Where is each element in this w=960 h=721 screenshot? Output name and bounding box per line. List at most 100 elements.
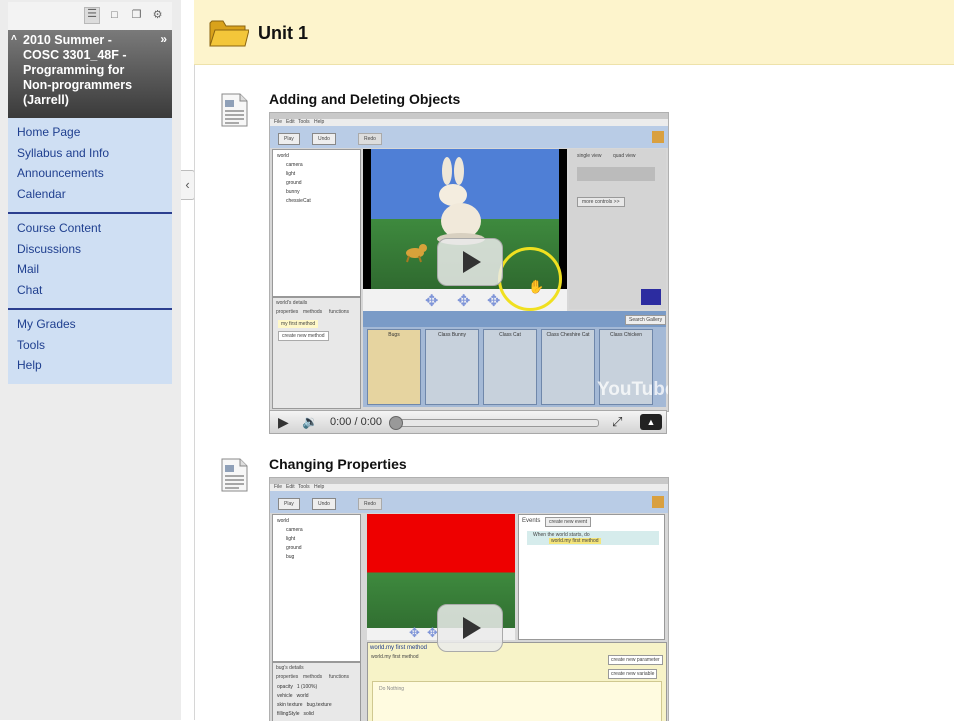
alice-undo-button[interactable]: Undo [312, 133, 336, 145]
tree-item[interactable]: light [277, 535, 303, 544]
next-arrow-icon[interactable] [641, 289, 661, 305]
tree-item[interactable]: camera [277, 161, 311, 170]
fullscreen-icon[interactable]: ⤢ [612, 411, 622, 433]
sidebar-item-home-page[interactable]: Home Page [8, 122, 172, 143]
item-title-changing-properties[interactable]: Changing Properties [269, 456, 407, 472]
gallery-tile-label: Class Chicken [610, 332, 642, 338]
sidebar-item-tools[interactable]: Tools [8, 335, 172, 356]
create-new-method-button[interactable]: create new method [278, 331, 329, 341]
property-row[interactable]: skin texture bug.texture [277, 701, 332, 710]
sidebar-item-discussions[interactable]: Discussions [8, 239, 172, 260]
camera-turn-icon[interactable]: ✥ [457, 291, 470, 311]
method-body: Do Nothing [372, 681, 662, 721]
property-row[interactable]: fillingStyle solid [277, 710, 332, 719]
alice-play-button[interactable]: Play [278, 498, 300, 510]
details-tab-methods[interactable]: methods [303, 674, 322, 680]
gallery-tile[interactable]: Class Cheshire Cat [541, 329, 595, 405]
tree-item[interactable]: ground [277, 544, 303, 553]
alice-play-button[interactable]: Play [278, 133, 300, 145]
gallery-tile[interactable]: Class Cat [483, 329, 537, 405]
camera-move-icon[interactable]: ✥ [409, 625, 420, 641]
menu-help[interactable]: Help [314, 119, 324, 125]
sidebar-item-announcements[interactable]: Announcements [8, 163, 172, 184]
menu-tools[interactable]: Tools [298, 484, 310, 490]
property-value[interactable]: world [297, 693, 309, 699]
gallery-tile[interactable]: Bugs [367, 329, 421, 405]
expand-right-icon[interactable]: » [160, 32, 167, 47]
menu-edit[interactable]: Edit [286, 484, 295, 490]
tree-item[interactable]: world [277, 517, 303, 526]
item-title-adding-deleting[interactable]: Adding and Deleting Objects [269, 91, 460, 107]
details-tab-methods[interactable]: methods [303, 309, 322, 315]
drag-tools[interactable] [577, 167, 655, 181]
menu-tools[interactable]: Tools [298, 119, 310, 125]
events-label: Events [522, 518, 541, 524]
sidebar-item-calendar[interactable]: Calendar [8, 184, 172, 205]
tree-item[interactable]: light [277, 170, 311, 179]
my-first-method-item[interactable]: my first method [278, 320, 319, 328]
sidebar-item-course-content[interactable]: Course Content [8, 218, 172, 239]
property-name: opacity [277, 684, 293, 690]
seek-handle[interactable] [389, 416, 403, 430]
video-player-changing-properties[interactable]: File Edit Tools Help Play Undo Redo worl… [269, 477, 669, 721]
create-new-variable-button[interactable]: create new variable [608, 669, 658, 679]
single-view-option[interactable]: single view [577, 153, 601, 159]
property-row[interactable]: vehicle world [277, 692, 332, 701]
settings-icon[interactable]: ⚙ [151, 9, 164, 22]
menu-help[interactable]: Help [314, 484, 324, 490]
collapse-sidebar-button[interactable]: ‹ [181, 170, 195, 200]
gallery-tile[interactable]: Class Bunny [425, 329, 479, 405]
alice-undo-button[interactable]: Undo [312, 498, 336, 510]
video-player-adding-deleting[interactable]: File Edit Tools Help Play Undo Redo worl… [269, 112, 669, 412]
play-icon[interactable]: ▶ [278, 411, 289, 433]
details-tab-properties[interactable]: properties [276, 309, 298, 315]
play-overlay-button[interactable] [437, 238, 503, 286]
more-controls-button[interactable]: more controls >> [577, 197, 625, 207]
property-name: vehicle [277, 693, 293, 699]
sidebar-item-syllabus[interactable]: Syllabus and Info [8, 143, 172, 164]
camera-tilt-icon[interactable]: ✥ [487, 291, 500, 311]
alice-redo-button[interactable]: Redo [358, 498, 382, 510]
collapse-up-icon[interactable]: ˄ [11, 31, 17, 46]
tree-item[interactable]: camera [277, 526, 303, 535]
tree-item[interactable]: bunny [277, 188, 311, 197]
details-tab-properties[interactable]: properties [276, 674, 298, 680]
property-value[interactable]: solid [304, 711, 314, 717]
details-tab-functions[interactable]: functions [329, 309, 349, 315]
create-new-parameter-button[interactable]: create new parameter [608, 655, 663, 665]
quad-view-option[interactable]: quad view [613, 153, 636, 159]
method-tab[interactable]: world.my first method [370, 645, 427, 651]
property-value[interactable]: 1 (100%) [297, 684, 317, 690]
menu-file[interactable]: File [274, 119, 282, 125]
sidebar-item-chat[interactable]: Chat [8, 280, 172, 301]
menu-file[interactable]: File [274, 484, 282, 490]
window-icon[interactable]: ❐ [130, 9, 143, 22]
create-new-event-button[interactable]: create new event [545, 517, 592, 527]
list-view-icon[interactable]: ☰ [84, 7, 100, 24]
property-value[interactable]: bug.texture [307, 702, 332, 708]
tree-item[interactable]: bug [277, 553, 303, 562]
details-tab-functions[interactable]: functions [329, 674, 349, 680]
volume-icon[interactable]: 🔉 [302, 411, 318, 433]
alice-redo-button[interactable]: Redo [358, 133, 382, 145]
event-block[interactable]: When the world starts, do world.my first… [527, 531, 659, 545]
menu-edit[interactable]: Edit [286, 119, 295, 125]
view-options-panel: single view quad view more controls >> [569, 149, 666, 309]
folder-view-icon[interactable]: □ [108, 9, 121, 22]
event-method[interactable]: world.my first method [549, 538, 601, 544]
details-title: world's details [276, 300, 308, 306]
tree-item[interactable]: ground [277, 179, 311, 188]
sidebar-item-help[interactable]: Help [8, 355, 172, 376]
tree-item[interactable]: world [277, 152, 311, 161]
eject-icon[interactable]: ▲ [640, 414, 662, 430]
sidebar-toolbar: ☰ □ ❐ ⚙ [8, 2, 172, 30]
property-row[interactable]: opacity 1 (100%) [277, 683, 332, 692]
sidebar-item-my-grades[interactable]: My Grades [8, 314, 172, 335]
seek-bar[interactable] [389, 416, 599, 430]
camera-move-icon[interactable]: ✥ [425, 291, 438, 311]
play-overlay-button[interactable] [437, 604, 503, 652]
tree-item[interactable]: chessieCat [277, 197, 311, 206]
search-gallery-button[interactable]: Search Gallery [625, 315, 667, 325]
youtube-watermark: YouTube [597, 379, 669, 400]
sidebar-item-mail[interactable]: Mail [8, 259, 172, 280]
